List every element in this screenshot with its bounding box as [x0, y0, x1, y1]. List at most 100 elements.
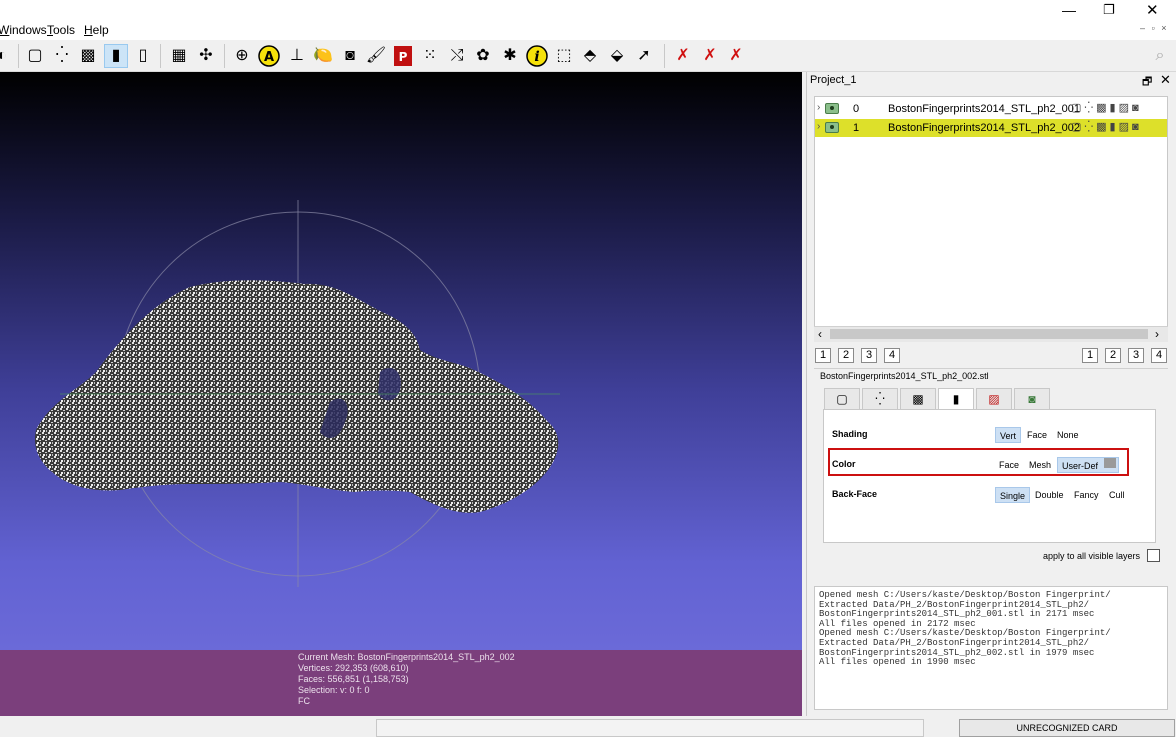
backface-fancy-option[interactable]: Fancy — [1070, 487, 1103, 503]
expand-chevron-icon[interactable]: › — [817, 121, 820, 132]
visibility-eye-icon[interactable] — [825, 122, 839, 133]
tab-wire-icon[interactable]: ▩ — [900, 388, 936, 410]
layer-row-selected[interactable]: › 1 BostonFingerprints2014_STL_ph2_002 ▢… — [815, 119, 1167, 137]
minimize-button[interactable]: — — [1062, 2, 1076, 18]
tab-points-icon[interactable]: ⁛ — [862, 388, 898, 410]
layer-name[interactable]: BostonFingerprints2014_STL_ph2_002 — [888, 122, 1080, 134]
log-line: All files opened in 1990 msec — [819, 657, 976, 668]
solid-mesh-icon[interactable]: ▮ — [104, 44, 128, 68]
svg-text:i: i — [534, 49, 539, 65]
brush-icon[interactable]: 🖌 — [364, 44, 388, 68]
dock-close-button[interactable]: ✕ — [1160, 72, 1171, 88]
color-label: Color — [832, 459, 856, 469]
page-button-right-4[interactable]: 4 — [1151, 348, 1167, 363]
select-faces-icon[interactable]: ⬘ — [578, 44, 602, 68]
tab-solid-icon[interactable]: ▮ — [938, 388, 974, 410]
search-icon[interactable]: ⌕ — [1148, 44, 1172, 68]
delete-verts-icon[interactable]: ✗ — [698, 44, 722, 68]
select-verts-icon[interactable]: ⬙ — [605, 44, 629, 68]
camera-icon[interactable]: ◙ — [338, 44, 362, 68]
scroll-right-icon[interactable]: › — [1155, 327, 1159, 341]
backface-cull-option[interactable]: Cull — [1105, 487, 1129, 503]
shading-vert-option[interactable]: Vert — [995, 427, 1022, 443]
close-button[interactable]: ✕ — [1146, 1, 1159, 19]
menu-tools-label: ools — [53, 23, 76, 37]
delete-faces-icon[interactable]: ✗ — [671, 44, 695, 68]
selection-text: Selection: v: 0 f: 0 — [298, 685, 370, 695]
apply-all-checkbox[interactable] — [1147, 549, 1160, 562]
backface-single-option[interactable]: Single — [995, 487, 1031, 503]
pointer-icon[interactable]: ➚ — [632, 44, 656, 68]
layer-index: 1 — [853, 122, 860, 134]
pick-points-icon[interactable]: ⁙ — [418, 44, 442, 68]
wireframe-cage-icon[interactable]: ▩ — [76, 44, 100, 68]
menu-help-label: elp — [92, 23, 109, 37]
render-mode-tabs: ▢ ⁛ ▩ ▮ ▨ ◙ — [824, 388, 1156, 410]
toolbar-separator — [18, 44, 19, 68]
cylinder-icon[interactable]: ▯ — [131, 44, 155, 68]
dock-float-button[interactable]: 🗗 — [1142, 73, 1152, 92]
page-button-right-3[interactable]: 3 — [1128, 348, 1144, 363]
pdf-glyph: P — [394, 46, 412, 66]
3d-viewport[interactable] — [0, 72, 802, 650]
layer-render-icons[interactable]: ▢⁛▩▮▨◙ — [1071, 120, 1142, 133]
pdf-icon[interactable]: P — [391, 44, 415, 68]
fc-text: FC — [298, 696, 310, 706]
shading-none-option[interactable]: None — [1053, 427, 1083, 443]
tab-texture-icon[interactable]: ▨ — [976, 388, 1012, 410]
page-button-left-2[interactable]: 2 — [838, 348, 854, 363]
visibility-eye-icon[interactable] — [825, 103, 839, 114]
grid-mesh-icon[interactable]: ▦ — [167, 44, 191, 68]
layer-render-icons[interactable]: ▢⁛▩▮▨◙ — [1071, 101, 1142, 114]
delete-all-icon[interactable]: ✗ — [724, 44, 748, 68]
page-button-left-4[interactable]: 4 — [884, 348, 900, 363]
shading-label: Shading — [832, 429, 868, 439]
page-button-right-2[interactable]: 2 — [1105, 348, 1121, 363]
scroll-left-icon[interactable]: ‹ — [818, 327, 822, 341]
apply-all-label: apply to all visible layers — [1043, 551, 1141, 561]
menu-windows[interactable]: Windows — [0, 23, 47, 37]
backface-label: Back-Face — [832, 489, 878, 499]
layer-list[interactable]: › 0 BostonFingerprints2014_STL_ph2_001 ▢… — [814, 96, 1168, 342]
svg-text:P: P — [399, 50, 408, 64]
vertices-text: Vertices: 292,353 (608,610) — [298, 663, 409, 673]
trackball-icon[interactable]: ⊕ — [230, 44, 254, 68]
annotate-a-icon[interactable]: A — [257, 44, 281, 68]
fruit-icon[interactable]: 🍋 — [311, 44, 335, 68]
hscroll-thumb[interactable] — [830, 329, 1148, 339]
tab-extra-icon[interactable]: ◙ — [1014, 388, 1050, 410]
color-face-option[interactable]: Face — [995, 457, 1023, 473]
color-mesh-option[interactable]: Mesh — [1025, 457, 1055, 473]
user-color-swatch[interactable] — [1104, 458, 1116, 468]
measure-icon[interactable]: ⊥ — [285, 44, 309, 68]
tab-box-icon[interactable]: ▢ — [824, 388, 860, 410]
project-title: Project_1 — [810, 74, 857, 86]
current-mesh-text: Current Mesh: BostonFingerprints2014_STL… — [298, 652, 515, 662]
paint-icon[interactable]: ✿ — [471, 44, 495, 68]
menu-tools[interactable]: Tools — [47, 23, 75, 37]
shading-face-option[interactable]: Face — [1023, 427, 1051, 443]
mdi-window-controls[interactable]: – ▫ × — [1140, 23, 1168, 33]
georef-icon[interactable]: ✱ — [498, 44, 522, 68]
page-button-right-1[interactable]: 1 — [1082, 348, 1098, 363]
layer-name[interactable]: BostonFingerprints2014_STL_ph2_001 — [888, 103, 1080, 115]
page-button-left-1[interactable]: 1 — [815, 348, 831, 363]
points-icon[interactable]: ⁛ — [50, 44, 74, 68]
mesh-info-bar: Current Mesh: BostonFingerprints2014_STL… — [0, 650, 802, 716]
expand-chevron-icon[interactable]: › — [817, 102, 820, 113]
maximize-button[interactable]: ❐ — [1103, 2, 1115, 18]
backface-double-option[interactable]: Double — [1031, 487, 1068, 503]
menu-windows-mnemonic: W — [0, 23, 10, 37]
box-wire-icon[interactable]: ▢ — [23, 44, 47, 68]
select-icon[interactable]: ⬚ — [552, 44, 576, 68]
log-panel[interactable]: Opened mesh C:/Users/kaste/Desktop/Bosto… — [814, 586, 1168, 710]
align-icon[interactable]: ⤭ — [445, 44, 469, 68]
open-icon[interactable]: ◐ — [0, 44, 14, 68]
layer-row[interactable]: › 0 BostonFingerprints2014_STL_ph2_001 ▢… — [815, 100, 1167, 118]
render-options-panel — [823, 409, 1156, 543]
menu-help[interactable]: Help — [84, 23, 109, 37]
info-icon[interactable]: i — [525, 44, 549, 68]
axes-icon[interactable]: ✣ — [194, 44, 218, 68]
layer-index: 0 — [853, 103, 860, 115]
page-button-left-3[interactable]: 3 — [861, 348, 877, 363]
